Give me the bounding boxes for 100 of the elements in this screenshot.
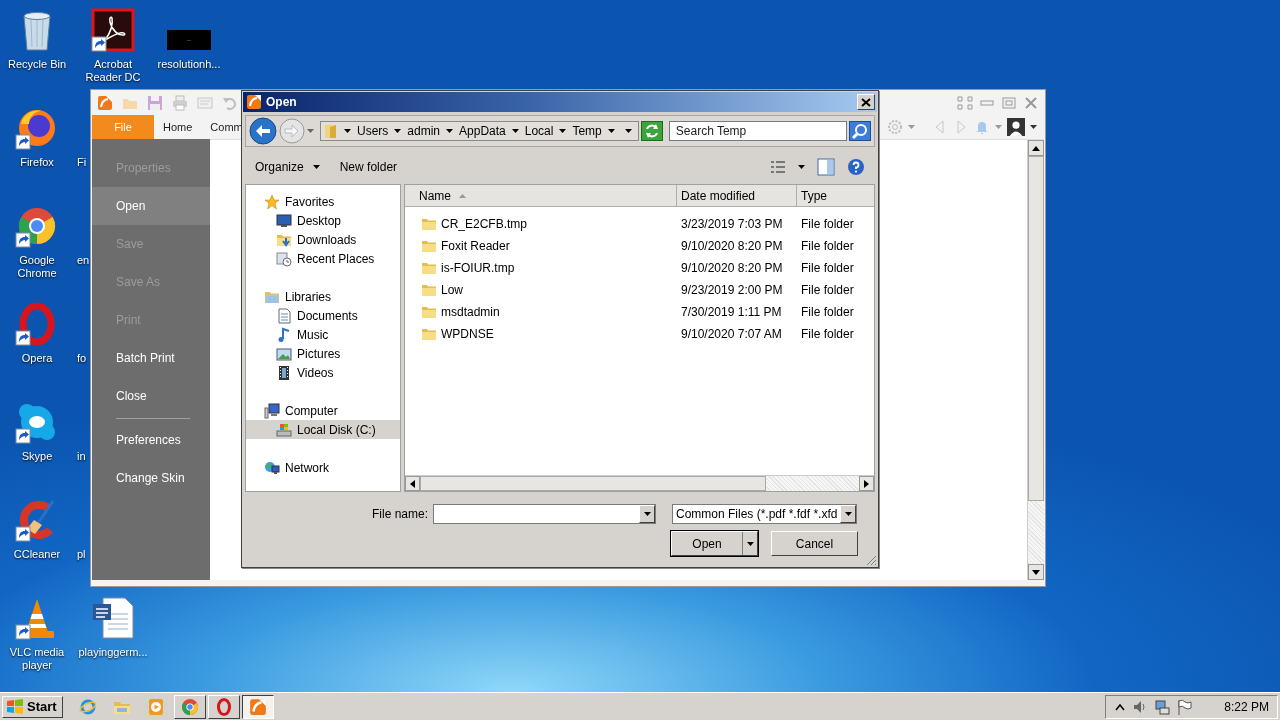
column-header[interactable]: Name bbox=[405, 185, 677, 206]
scroll-right-icon[interactable] bbox=[864, 479, 869, 488]
network-icon[interactable] bbox=[1154, 698, 1170, 715]
horizontal-scrollbar[interactable] bbox=[405, 475, 874, 491]
preview-pane-icon[interactable] bbox=[817, 158, 835, 176]
scroll-down-icon[interactable] bbox=[1032, 569, 1040, 575]
document-icon[interactable] bbox=[91, 596, 135, 640]
ribbon-tab[interactable]: Home bbox=[154, 115, 202, 139]
file-name-cell[interactable]: is-FOIUR.tmp bbox=[405, 260, 677, 276]
ring-icon bbox=[214, 697, 233, 716]
breadcrumb-link[interactable]: Local bbox=[524, 124, 554, 138]
back-button[interactable] bbox=[249, 117, 277, 145]
menu-item[interactable]: Batch Print bbox=[92, 339, 210, 377]
icon-label: Skype bbox=[21, 450, 53, 463]
nav-item[interactable]: Computer bbox=[246, 401, 400, 420]
scroll-thumb[interactable] bbox=[1028, 156, 1044, 501]
nav-item[interactable]: Pictures bbox=[246, 344, 400, 363]
nav-item[interactable]: Desktop bbox=[246, 211, 400, 230]
search-button[interactable] bbox=[849, 121, 871, 141]
menu-item[interactable]: Close bbox=[92, 377, 210, 415]
icon-label: Recycle Bin bbox=[7, 58, 67, 71]
close-icon[interactable] bbox=[1023, 95, 1039, 110]
recent-places-icon bbox=[276, 250, 292, 267]
nav-item[interactable]: Network bbox=[246, 458, 400, 477]
folder-icon bbox=[324, 123, 338, 139]
icon-label: Opera bbox=[21, 352, 53, 365]
breadcrumb-link[interactable]: Temp bbox=[572, 124, 602, 138]
nav-item[interactable]: Documents bbox=[246, 306, 400, 325]
close-icon bbox=[861, 97, 871, 107]
app-logo-icon bbox=[248, 697, 267, 716]
nav-item[interactable]: Videos bbox=[246, 363, 400, 382]
monitor-icon bbox=[276, 212, 292, 229]
file-name-cell[interactable]: msdtadmin bbox=[405, 304, 677, 320]
breadcrumb-link[interactable]: Users bbox=[357, 124, 389, 138]
date-cell-text: 9/10/2020 7:07 AM bbox=[680, 327, 783, 341]
scroll-thumb[interactable] bbox=[420, 476, 766, 491]
breadcrumb-link[interactable]: AppData bbox=[459, 124, 506, 138]
folder-icon bbox=[421, 304, 437, 320]
round-browser-icon bbox=[180, 697, 199, 716]
nav-item[interactable]: Downloads bbox=[246, 230, 400, 249]
toolbar-button[interactable]: Organize bbox=[255, 160, 320, 174]
app-logo-icon bbox=[246, 94, 262, 110]
field-label: File name: bbox=[371, 507, 428, 521]
avatar-icon[interactable] bbox=[1007, 118, 1025, 136]
nav-item[interactable]: Music bbox=[246, 325, 400, 344]
search-field[interactable]: Search Temp bbox=[668, 121, 847, 141]
flag-icon[interactable] bbox=[1176, 698, 1192, 715]
breadcrumb-link[interactable]: admin bbox=[407, 124, 441, 138]
view-options-icon[interactable] bbox=[770, 159, 786, 175]
date-cell-text: 7/30/2019 1:11 PM bbox=[680, 305, 783, 319]
cancel-button[interactable]: Cancel bbox=[771, 531, 858, 556]
column-header[interactable]: Date modified bbox=[677, 185, 797, 206]
taskbar-button[interactable] bbox=[241, 694, 274, 719]
resize-grip-icon[interactable] bbox=[866, 555, 877, 566]
caret-icon bbox=[511, 129, 519, 133]
folder-icon bbox=[421, 216, 437, 232]
nav-item[interactable]: Favorites bbox=[246, 192, 400, 211]
menu-item[interactable]: Change Skin bbox=[92, 459, 210, 497]
menu-item[interactable]: Preferences bbox=[92, 421, 210, 459]
file-name-cell[interactable]: CR_E2CFB.tmp bbox=[405, 216, 677, 232]
toolbar-button[interactable]: New folder bbox=[339, 160, 398, 174]
date-cell-text: 9/10/2020 8:20 PM bbox=[680, 261, 784, 275]
file-name-cell[interactable]: Foxit Reader bbox=[405, 238, 677, 254]
open-button[interactable]: Open bbox=[671, 531, 758, 556]
file-name-cell[interactable]: WPDNSE bbox=[405, 326, 677, 342]
computer-icon bbox=[264, 402, 280, 419]
scroll-left-icon[interactable] bbox=[410, 479, 415, 488]
icon-label: fo bbox=[76, 352, 87, 365]
nav-item[interactable]: Local Disk (C:) bbox=[246, 420, 400, 439]
vertical-scrollbar[interactable] bbox=[1027, 140, 1044, 580]
close-button[interactable] bbox=[857, 94, 875, 110]
refresh-button[interactable] bbox=[640, 121, 663, 141]
star-icon bbox=[264, 193, 280, 210]
folder-icon bbox=[421, 260, 437, 276]
caret-icon bbox=[908, 125, 915, 129]
picture-icon bbox=[276, 345, 292, 362]
file-name-cell[interactable]: Low bbox=[405, 282, 677, 298]
caret-icon bbox=[607, 129, 615, 133]
dialog-title: Open bbox=[266, 95, 297, 109]
date-cell-text: 9/10/2020 8:20 PM bbox=[680, 239, 784, 253]
folder-icon bbox=[421, 326, 437, 342]
address-bar[interactable]: Users admin AppData Local Temp bbox=[320, 121, 639, 141]
column-header[interactable]: Type bbox=[797, 185, 874, 206]
icon-label: in bbox=[76, 450, 86, 463]
scroll-up-icon[interactable] bbox=[1032, 145, 1040, 151]
drive-icon bbox=[276, 421, 292, 438]
windows-logo-icon bbox=[6, 698, 24, 715]
file-name-field[interactable] bbox=[433, 504, 656, 524]
help-icon[interactable] bbox=[847, 158, 865, 176]
icon-label: CCleaner bbox=[13, 548, 61, 561]
clock: 8:22 PM bbox=[1224, 699, 1269, 714]
nav-item[interactable]: Recent Places bbox=[246, 249, 400, 268]
sort-arrow-icon bbox=[459, 193, 466, 198]
file-type-dropdown[interactable]: Common Files (*.pdf *.fdf *.xfd bbox=[672, 504, 857, 524]
type-cell-text: File folder bbox=[800, 261, 854, 275]
menu-item[interactable]: Open bbox=[92, 187, 210, 225]
icon-label: VLC media player bbox=[8, 646, 66, 672]
start-button[interactable]: Start bbox=[2, 695, 63, 718]
nav-item[interactable]: Libraries bbox=[246, 287, 400, 306]
pdf-app-icon[interactable] bbox=[91, 8, 135, 52]
